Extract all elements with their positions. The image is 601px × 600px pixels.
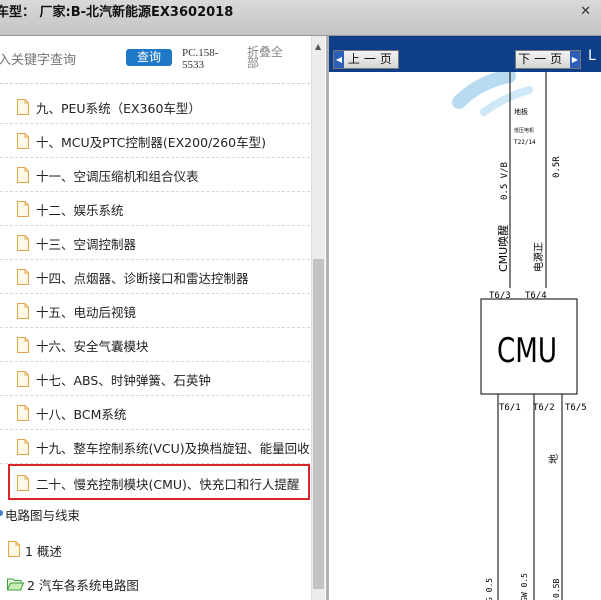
document-icon bbox=[17, 405, 29, 425]
circuit-diagram: 地板 低压电机 T22/14 0.5 V/B 0.5R CMU唤醒 电源正 T6… bbox=[452, 72, 587, 600]
tree-item-label: 十、MCU及PTC控制器(EX200/260车型) bbox=[36, 135, 266, 150]
document-icon bbox=[17, 167, 29, 187]
tree-item[interactable]: 十六、安全气囊模块 bbox=[0, 328, 310, 362]
signal-label: 地 bbox=[547, 454, 560, 464]
search-button[interactable]: 查询 bbox=[126, 49, 172, 66]
tree-item[interactable]: 十、MCU及PTC控制器(EX200/260车型) bbox=[0, 124, 310, 158]
tree-item-selected[interactable]: 二十、慢充控制模块(CMU)、快充口和行人提醒 bbox=[8, 464, 310, 500]
wire-label: GW 0.5 bbox=[520, 573, 529, 600]
diagram-viewer: ◀ 上一页 下一页 ▶ L 地板 低压电机 T22/14 0.5 V/B 0.5… bbox=[329, 36, 601, 600]
signal-label: 电源正 bbox=[532, 242, 545, 272]
pin-label: T6/5 bbox=[565, 403, 587, 413]
document-icon bbox=[17, 475, 29, 495]
pc-code: PC.158-5533 bbox=[182, 47, 219, 71]
window-title: 车型： 厂家:B-北汽新能源EX3602018 bbox=[0, 5, 234, 20]
tree-item-label: 十六、安全气囊模块 bbox=[36, 339, 149, 354]
scroll-thumb[interactable] bbox=[313, 259, 324, 589]
tree-item[interactable]: 十四、点烟器、诊断接口和雷达控制器 bbox=[0, 260, 310, 294]
svg-text:低压电机: 低压电机 bbox=[514, 127, 534, 134]
document-icon bbox=[17, 235, 29, 255]
scroll-up-icon[interactable]: ▲ bbox=[315, 42, 321, 51]
svg-text:T22/14: T22/14 bbox=[514, 139, 536, 146]
tree-item-label: 十四、点烟器、诊断接口和雷达控制器 bbox=[36, 271, 249, 286]
truncated-label: L bbox=[588, 48, 596, 64]
document-icon bbox=[17, 371, 29, 391]
tree-item[interactable]: 十五、电动后视镜 bbox=[0, 294, 310, 328]
tree-item-label: 十一、空调压缩机和组合仪表 bbox=[36, 169, 199, 184]
collapse-all-button[interactable]: 折叠全部 bbox=[247, 46, 293, 69]
document-icon bbox=[17, 439, 29, 459]
watermark bbox=[452, 72, 533, 116]
tree-item-label: 十二、娱乐系统 bbox=[36, 203, 124, 218]
tree-panel: 查询 PC.158-5533 折叠全部 九、PEU系统（EX360车型） 十、MC… bbox=[0, 36, 326, 600]
document-icon bbox=[17, 303, 29, 323]
prev-page-button[interactable]: ◀ 上一页 bbox=[333, 50, 399, 69]
folder-open-icon bbox=[6, 576, 25, 595]
tree-section-label: 电路图与线束 bbox=[5, 508, 81, 523]
document-icon bbox=[17, 269, 29, 289]
tree-item-label: 十八、BCM系统 bbox=[36, 407, 127, 422]
tree-scrollbar[interactable]: ▲ bbox=[311, 36, 325, 600]
tree-sub-label: 1 概述 bbox=[25, 544, 62, 559]
tree-item[interactable]: 十七、ABS、时钟弹簧、石英钟 bbox=[0, 362, 310, 396]
tree-item[interactable]: 十二、娱乐系统 bbox=[0, 192, 310, 226]
document-icon bbox=[17, 201, 29, 221]
tree-item[interactable]: 十八、BCM系统 bbox=[0, 396, 310, 430]
expand-dot-icon[interactable] bbox=[0, 510, 3, 516]
document-icon bbox=[8, 541, 20, 561]
svg-text:地板: 地板 bbox=[514, 107, 528, 116]
wire-label: 0.5 V/B bbox=[500, 162, 510, 200]
wire-label: 0.5R bbox=[552, 156, 562, 178]
tree-item[interactable]: 十一、空调压缩机和组合仪表 bbox=[0, 158, 310, 192]
viewer-nav-bar: ◀ 上一页 下一页 ▶ L bbox=[329, 36, 601, 72]
module-label: CMU bbox=[497, 331, 557, 371]
tree-item[interactable]: 九、PEU系统（EX360车型） bbox=[0, 90, 310, 124]
tree-item-label: 九、PEU系统（EX360车型） bbox=[36, 101, 201, 116]
pin-label: T6/2 bbox=[533, 403, 555, 413]
search-row: 查询 PC.158-5533 折叠全部 bbox=[0, 36, 310, 84]
arrow-left-icon: ◀ bbox=[334, 51, 344, 68]
wire-label: 0.5B bbox=[552, 579, 561, 598]
document-icon bbox=[17, 99, 29, 119]
signal-label: CMU唤醒 bbox=[496, 225, 510, 272]
next-page-button[interactable]: 下一页 ▶ bbox=[515, 50, 581, 69]
document-icon bbox=[17, 337, 29, 357]
wire-label: G 0.5 bbox=[485, 578, 494, 600]
pin-label: T6/1 bbox=[499, 403, 521, 413]
search-input[interactable] bbox=[0, 49, 116, 71]
tree-item-label: 十九、整车控制系统(VCU)及换档旋钮、能量回收 bbox=[36, 441, 310, 456]
tree-item[interactable]: 十九、整车控制系统(VCU)及换档旋钮、能量回收 bbox=[0, 430, 310, 464]
tree-item[interactable]: 十三、空调控制器 bbox=[0, 226, 310, 260]
ground-note: 地板 低压电机 T22/14 bbox=[514, 107, 536, 146]
close-icon[interactable]: ✕ bbox=[580, 4, 591, 19]
tree-item-label: 十七、ABS、时钟弹簧、石英钟 bbox=[36, 373, 211, 388]
title-bar: 车型： 厂家:B-北汽新能源EX3602018 ✕ bbox=[0, 0, 601, 36]
tree-sub-label: 2 汽车各系统电路图 bbox=[27, 578, 139, 593]
arrow-right-icon: ▶ bbox=[570, 51, 580, 68]
tree-item-label: 十五、电动后视镜 bbox=[36, 305, 137, 320]
tree-item-label: 十三、空调控制器 bbox=[36, 237, 137, 252]
document-icon bbox=[17, 133, 29, 153]
tree-item-label: 二十、慢充控制模块(CMU)、快充口和行人提醒 bbox=[36, 477, 300, 492]
